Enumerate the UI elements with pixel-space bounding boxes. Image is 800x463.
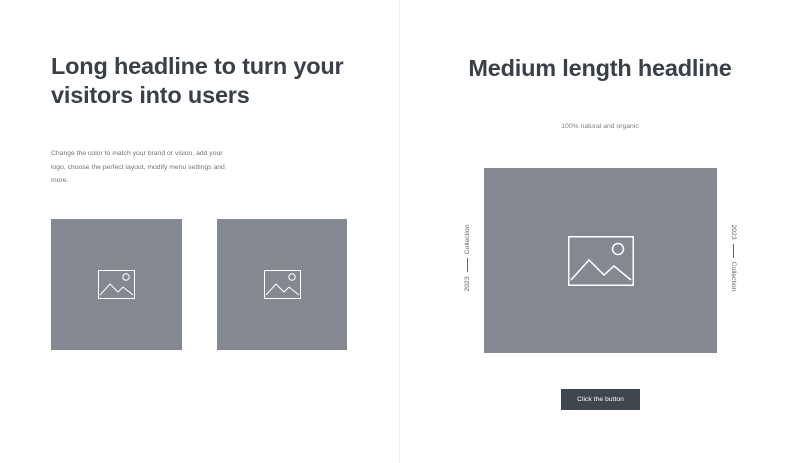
cta-button[interactable]: Click the button [561, 389, 640, 410]
right-headline: Medium length headline [468, 55, 732, 81]
side-label-word: Collection [730, 261, 738, 292]
page: Long headline to turn your visitors into… [0, 0, 800, 463]
right-section: Medium length headline 100% natural and … [400, 0, 800, 463]
side-label-year: 2023 [730, 224, 738, 240]
image-placeholder-1 [51, 219, 182, 350]
side-label-right: 2023 Collection [729, 218, 739, 298]
side-label-line [733, 243, 735, 258]
side-label-word: Collection [463, 224, 471, 255]
side-label-year: 2023 [463, 276, 471, 292]
image-icon [98, 270, 135, 299]
image-placeholder-2 [217, 219, 347, 350]
left-section: Long headline to turn your visitors into… [0, 0, 399, 463]
side-label-left: 2023 Collection [462, 218, 472, 298]
side-label-line [466, 258, 468, 273]
left-headline: Long headline to turn your visitors into… [51, 53, 344, 108]
image-icon [263, 270, 301, 299]
left-body-text: Change the color to match your brand or … [51, 150, 225, 184]
image-icon [567, 235, 634, 286]
image-placeholder-main [484, 168, 717, 353]
right-tagline: 100% natural and organic [561, 123, 639, 130]
